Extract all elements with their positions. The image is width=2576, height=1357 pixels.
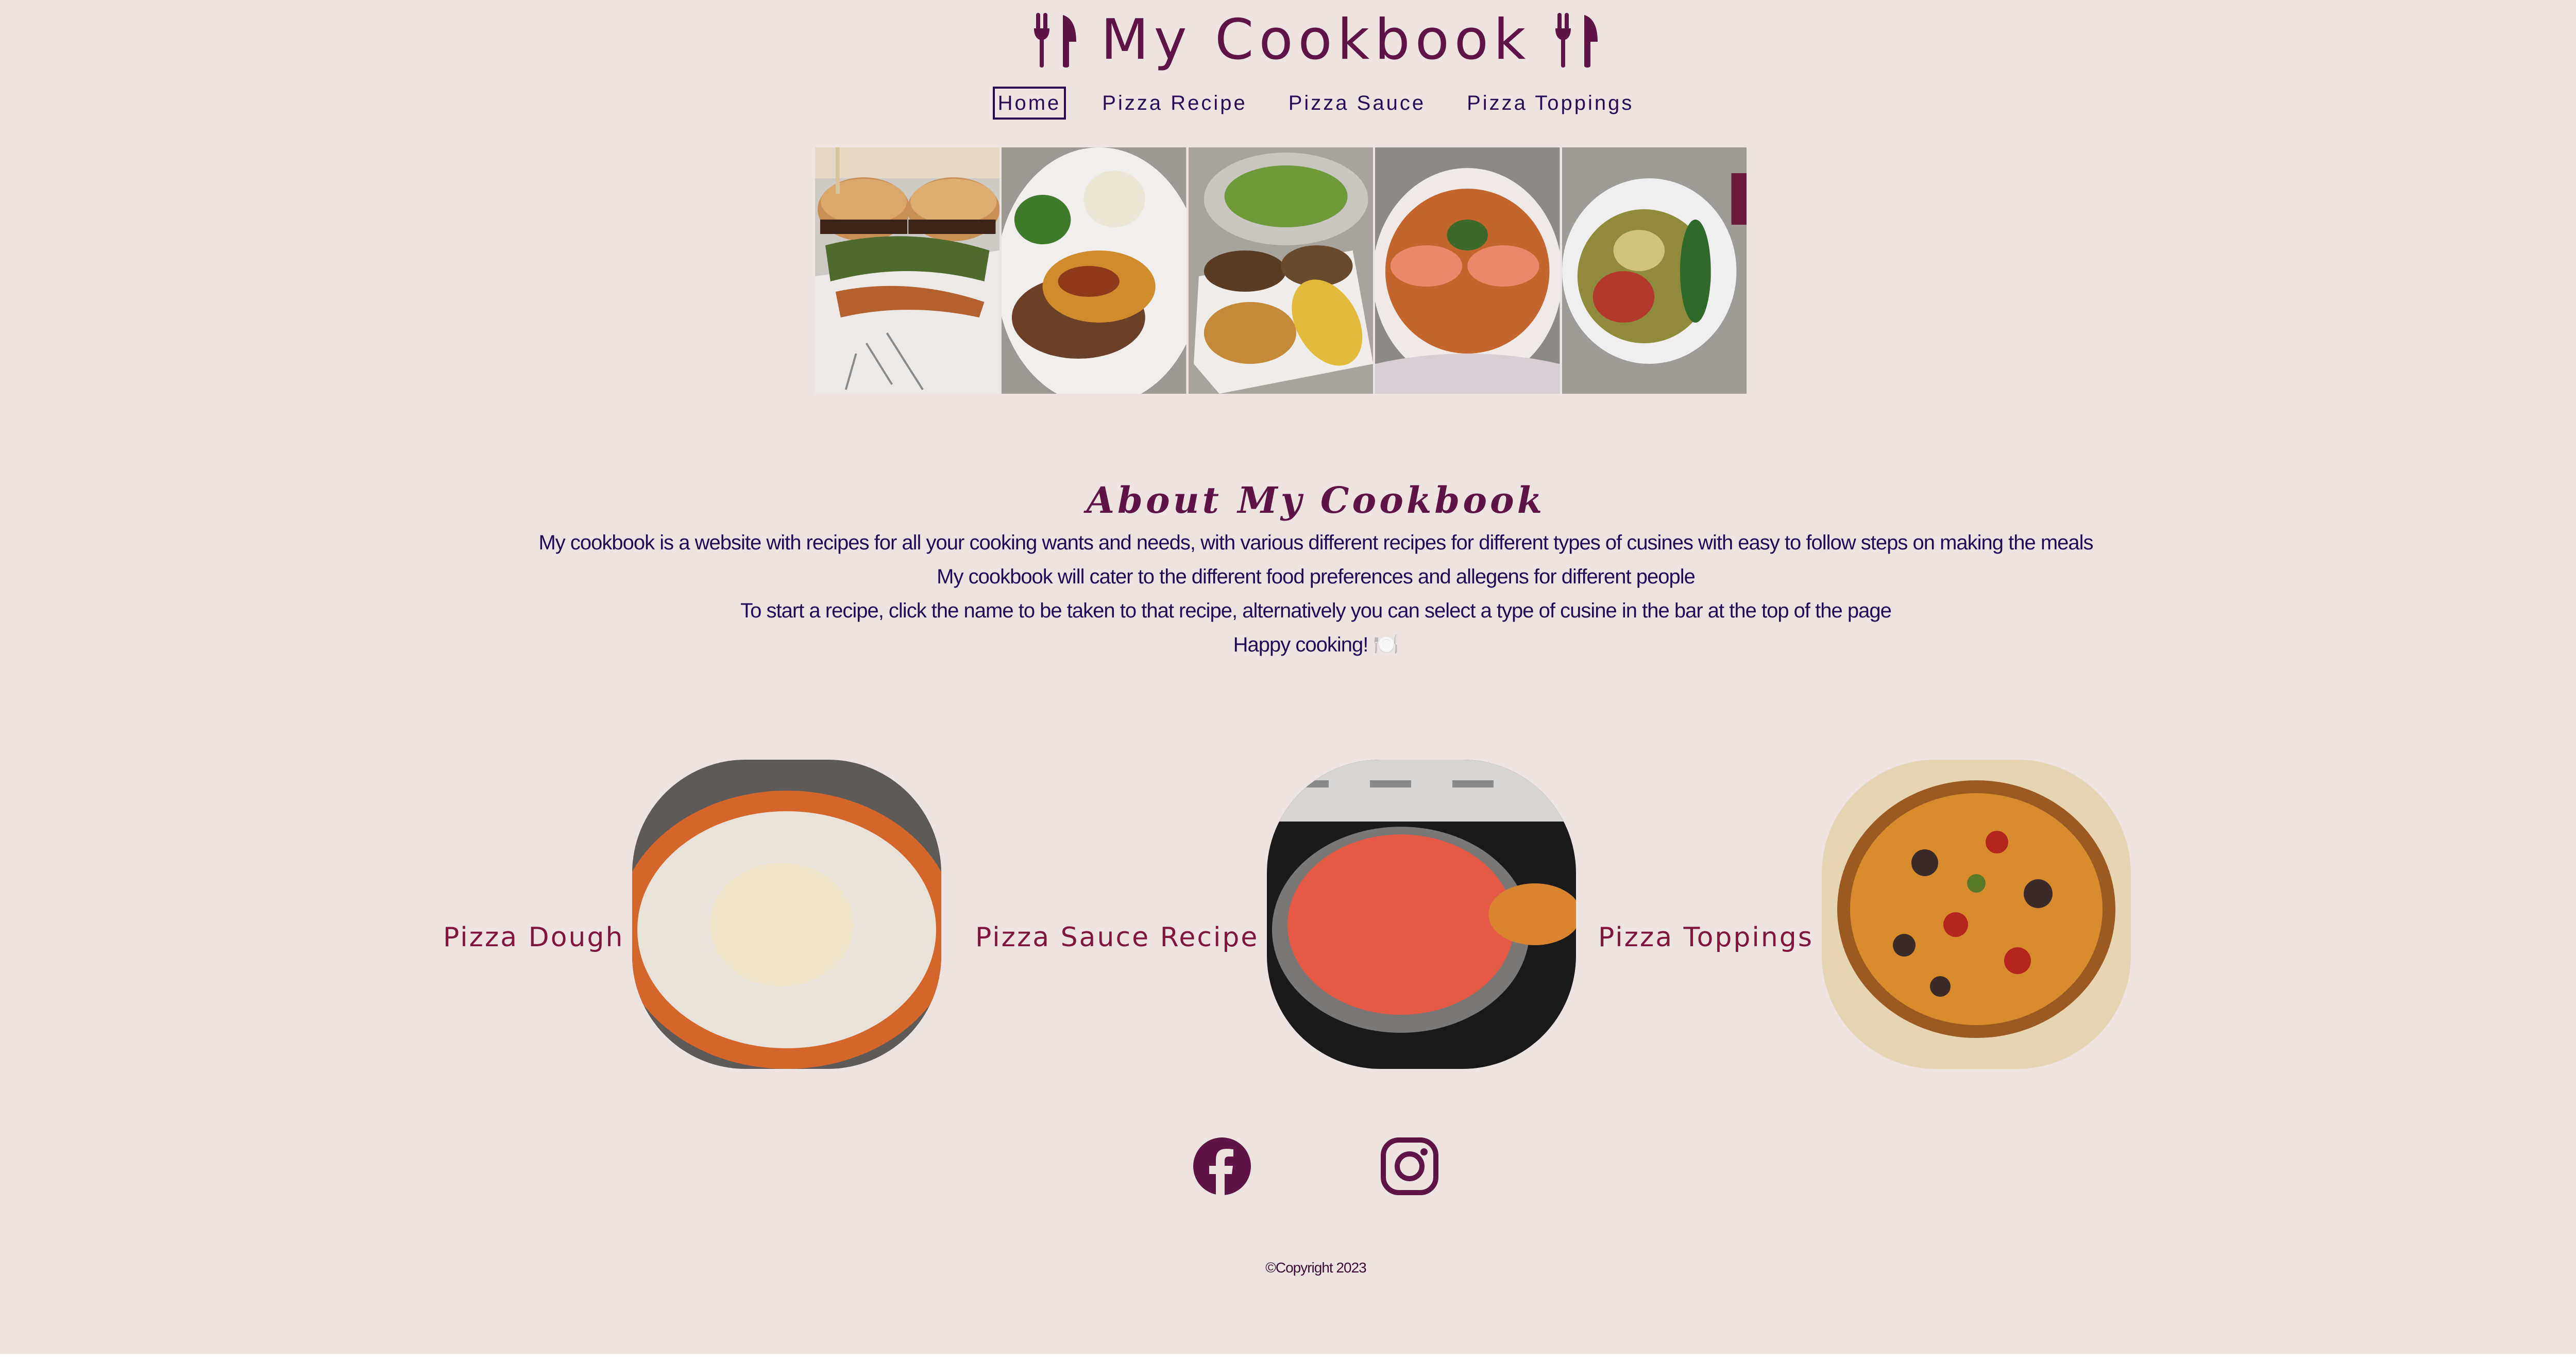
site-title: My Cookbook xyxy=(1100,8,1531,72)
about-line: My cookbook is a website with recipes fo… xyxy=(538,531,2093,554)
pizza-toppings-photo[interactable] xyxy=(1821,760,2131,1069)
facebook-icon[interactable] xyxy=(1193,1137,1251,1196)
about-line: To start a recipe, click the name to be … xyxy=(740,599,1892,622)
nav-pizza-recipe[interactable]: Pizza Recipe xyxy=(1097,87,1252,120)
burgers-and-prawns-photo xyxy=(815,147,1000,394)
nav-pizza-sauce[interactable]: Pizza Sauce xyxy=(1283,87,1431,120)
pizza-dough-photo[interactable] xyxy=(632,760,942,1069)
about-description: My cookbook is a website with recipes fo… xyxy=(0,526,2576,662)
chicken-and-vegetables-photo xyxy=(1002,147,1187,394)
recipe-card-pizza-toppings: Pizza Toppings xyxy=(1598,760,2131,1069)
recipe-card-pizza-dough: Pizza Dough xyxy=(443,760,942,1069)
langoustine-pasta-photo xyxy=(1375,147,1560,394)
pizza-sauce-recipe-link[interactable]: Pizza Sauce Recipe xyxy=(975,922,1259,953)
social-links xyxy=(0,1137,2576,1196)
main-nav: Home Pizza Recipe Pizza Sauce Pizza Topp… xyxy=(0,87,2576,120)
pizza-toppings-link[interactable]: Pizza Toppings xyxy=(1598,922,1814,953)
about-line: My cookbook will cater to the different … xyxy=(937,565,1696,588)
page-bottom-border xyxy=(0,1354,2576,1357)
tacos-and-corn-photo xyxy=(1188,147,1374,394)
pizza-dough-link[interactable]: Pizza Dough xyxy=(443,922,624,953)
nav-pizza-toppings[interactable]: Pizza Toppings xyxy=(1462,87,1639,120)
about-line: Happy cooking! 🍽️ xyxy=(1233,633,1399,656)
utensils-icon xyxy=(1553,13,1600,68)
recipe-card-pizza-sauce: Pizza Sauce Recipe xyxy=(975,760,1577,1069)
salad-bowl-photo xyxy=(1562,147,1747,394)
food-gallery xyxy=(815,147,1747,394)
about-title: About My Cookbook xyxy=(1086,479,1546,522)
nav-home[interactable]: Home xyxy=(992,87,1066,120)
pizza-sauce-photo[interactable] xyxy=(1267,760,1577,1069)
utensils-icon xyxy=(1032,13,1078,68)
instagram-icon[interactable] xyxy=(1380,1137,1439,1196)
copyright-text: ©Copyright 2023 xyxy=(1265,1260,1367,1276)
recipe-cards: Pizza Dough Pizza Sauce Recipe Pizza Top… xyxy=(0,760,2576,1069)
site-header: My Cookbook xyxy=(0,9,2576,71)
